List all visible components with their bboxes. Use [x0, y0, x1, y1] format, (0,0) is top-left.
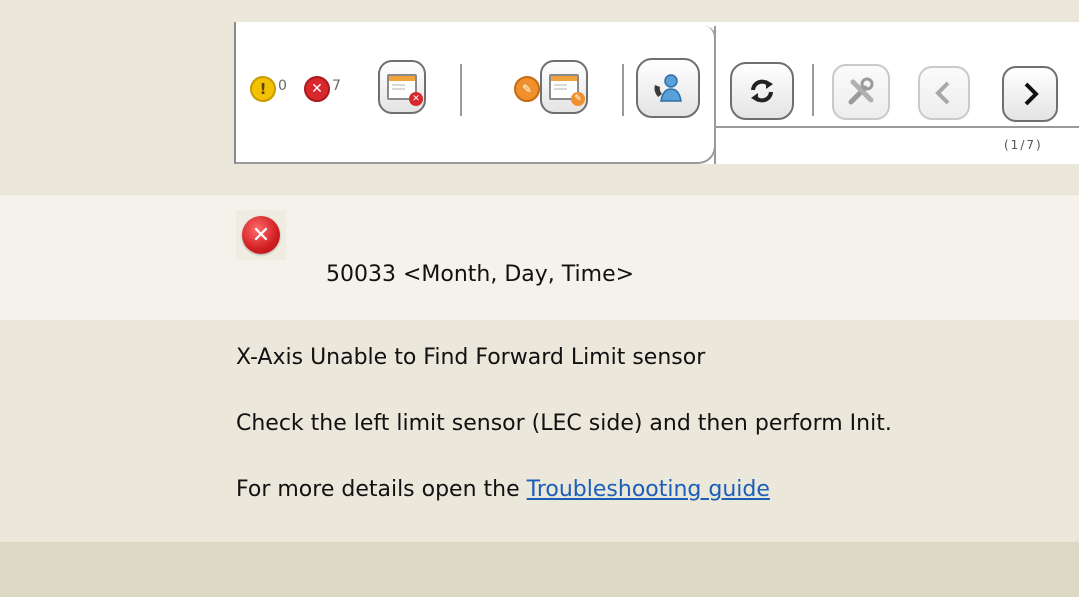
support-call-button[interactable]: [636, 58, 700, 118]
refresh-button[interactable]: [730, 62, 794, 120]
refresh-icon: [751, 79, 773, 103]
alerts-toolbar: ! 0 ✕ 7 ✕ ✎ 6 ✎: [234, 22, 1079, 164]
edit-list-icon: ✎: [549, 74, 585, 106]
toolbar-separator: [622, 64, 624, 116]
chevron-right-icon: [1024, 82, 1039, 106]
error-icon: ✕: [304, 76, 330, 102]
warnings-count: 0: [278, 78, 287, 94]
error-header-band: [0, 194, 1079, 321]
toolbar-baseline: [716, 126, 1079, 128]
previous-button[interactable]: [918, 66, 970, 120]
error-title: X-Axis Unable to Find Forward Limit sens…: [236, 345, 706, 370]
error-details: For more details open the Troubleshootin…: [236, 477, 770, 502]
alerts-tab-right-edge: [704, 26, 716, 164]
error-list-button[interactable]: ✕: [378, 60, 426, 114]
chevron-left-icon: [935, 81, 950, 105]
support-call-icon: [654, 74, 682, 102]
edit-list-button[interactable]: ✎: [540, 60, 588, 114]
troubleshooting-guide-link[interactable]: Troubleshooting guide: [527, 477, 770, 502]
error-icon: ✕: [236, 210, 286, 260]
tools-button[interactable]: [832, 64, 890, 120]
tools-icon: [848, 77, 874, 105]
footer-band: [0, 542, 1079, 597]
errors-count: 7: [332, 78, 341, 94]
warning-icon: !: [250, 76, 276, 102]
toolbar-separator: [812, 64, 814, 116]
page-indicator: (1/7): [1004, 138, 1043, 152]
toolbar-separator: [460, 64, 462, 116]
error-list-icon: ✕: [387, 74, 423, 106]
next-button[interactable]: [1002, 66, 1058, 122]
error-action: Check the left limit sensor (LEC side) a…: [236, 411, 892, 436]
edit-icon: ✎: [514, 76, 540, 102]
details-prefix: For more details open the: [236, 477, 527, 502]
error-code-line: 50033 <Month, Day, Time>: [326, 262, 635, 287]
